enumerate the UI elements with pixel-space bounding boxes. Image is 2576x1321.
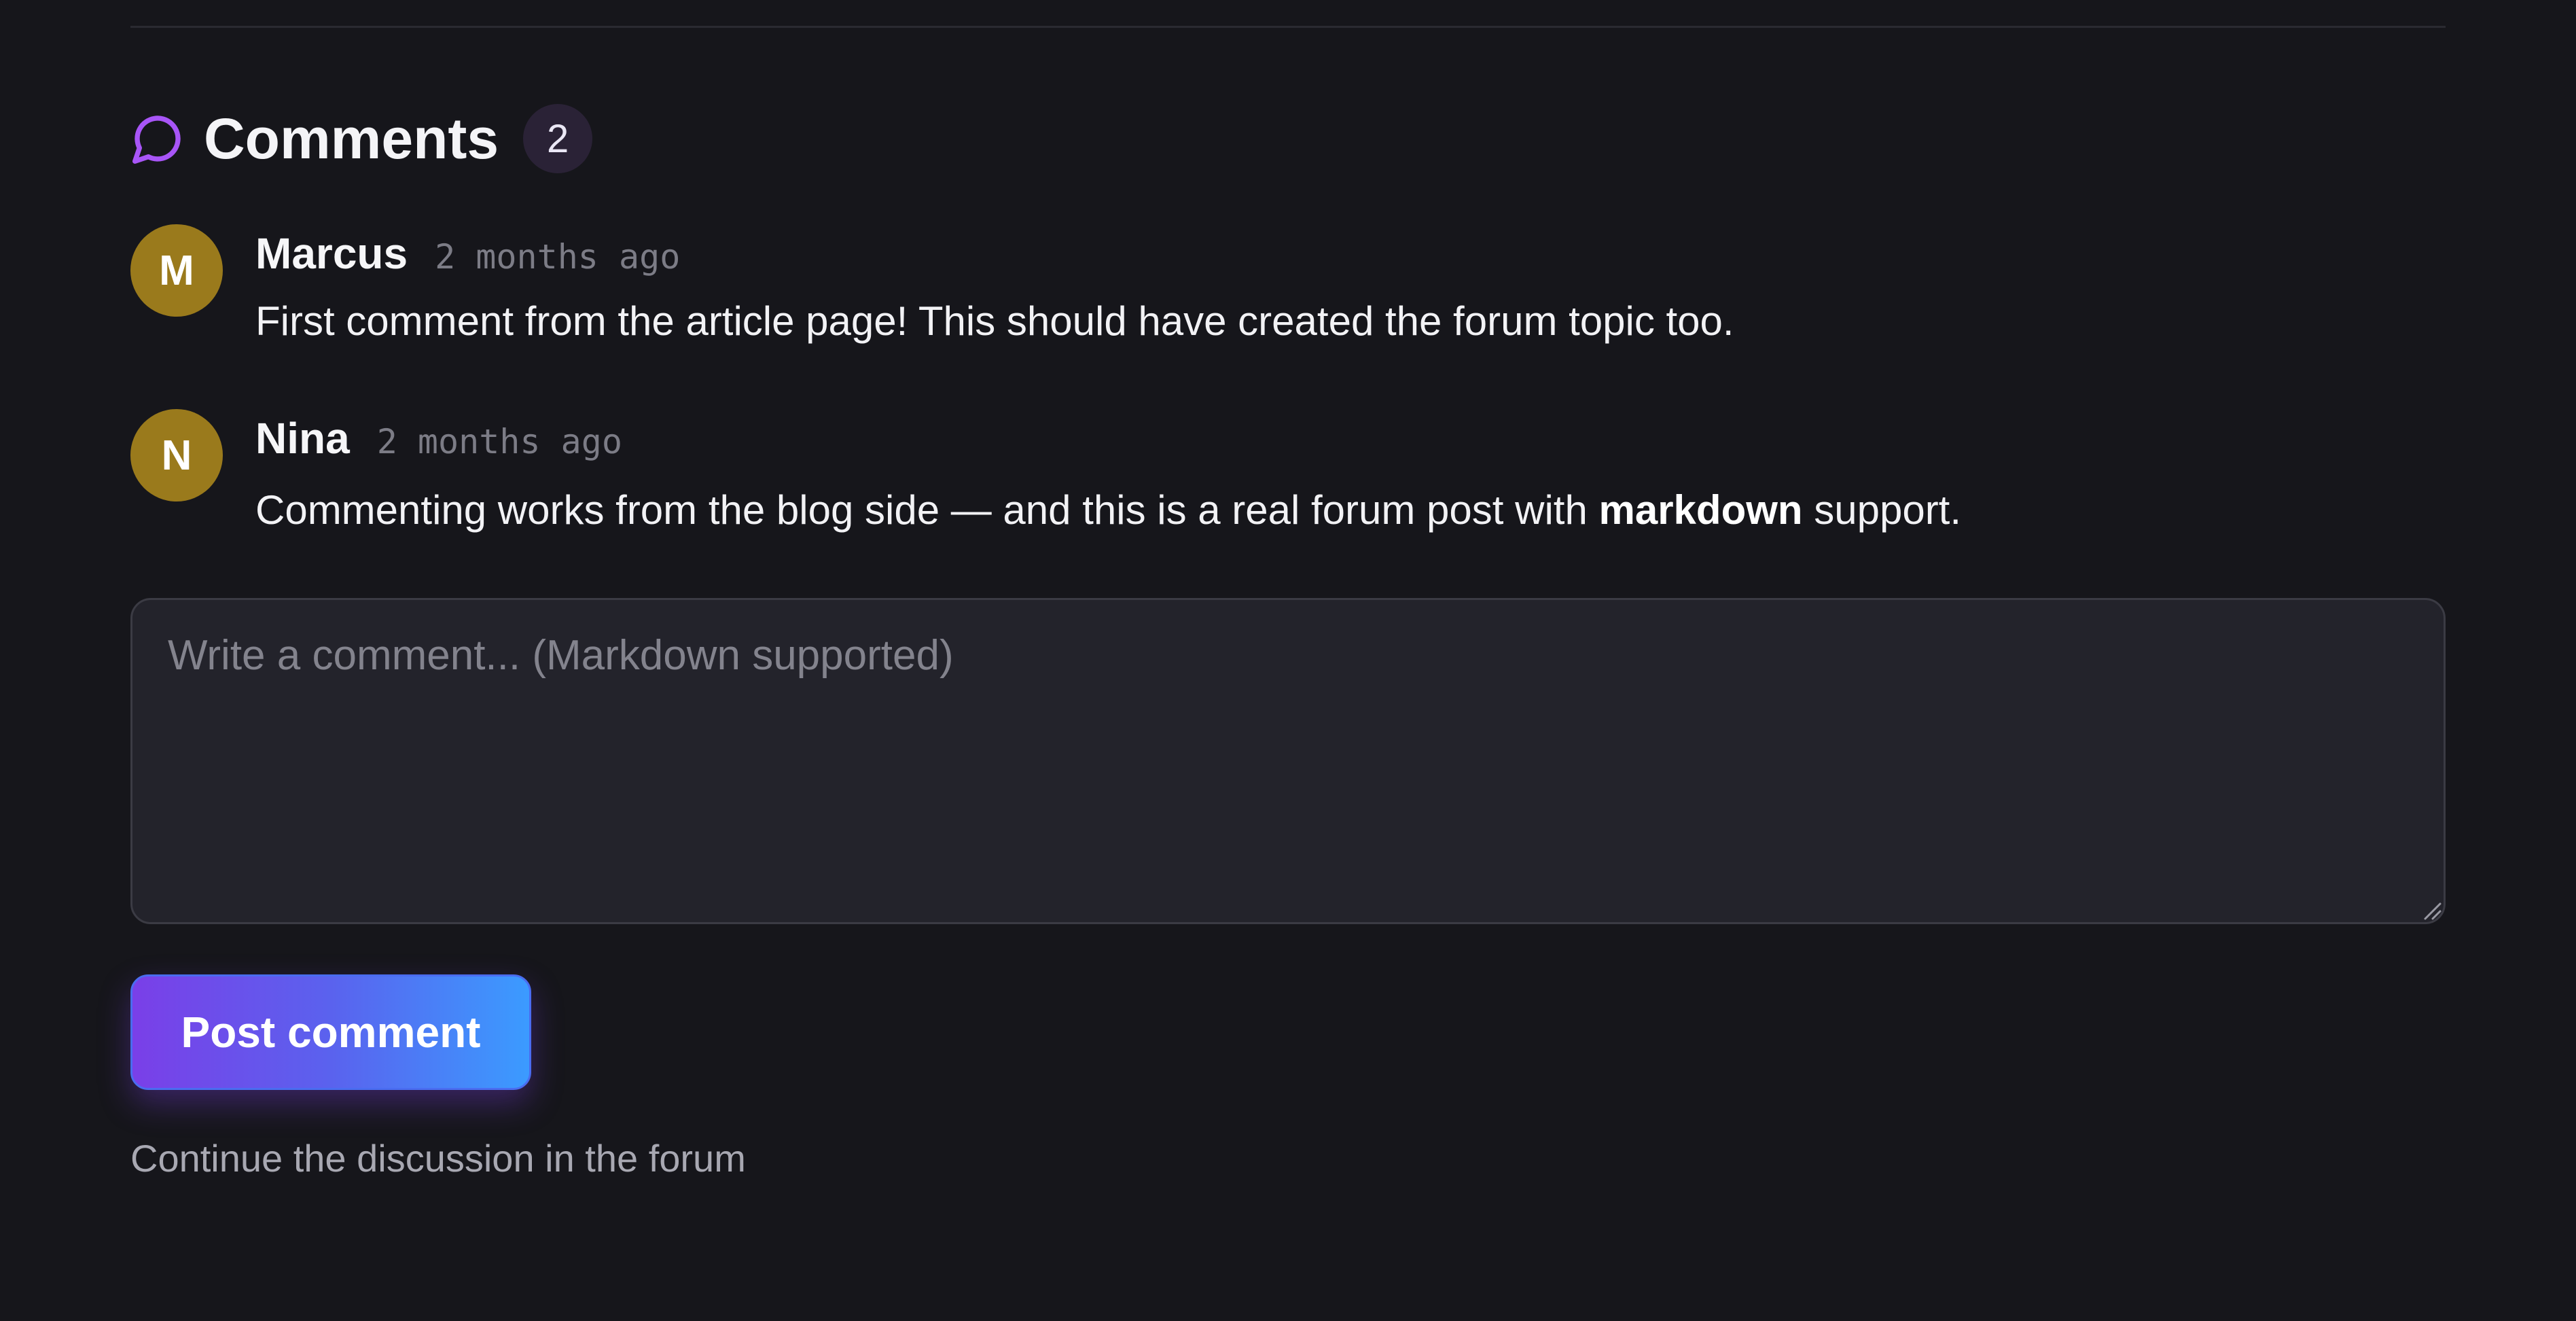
chat-bubble-icon: [130, 111, 185, 166]
avatar: N: [130, 409, 223, 501]
comment-body-bold: markdown: [1598, 487, 1803, 533]
comment-timestamp: 2 months ago: [376, 422, 622, 461]
post-comment-button[interactable]: Post comment: [130, 974, 531, 1090]
comments-title: Comments: [204, 106, 499, 171]
comment-author: Marcus: [255, 229, 408, 278]
section-divider: [130, 26, 2446, 28]
comment-meta: Nina 2 months ago: [255, 413, 622, 463]
comment-item: N Nina 2 months ago Commenting works fro…: [130, 409, 2446, 545]
resize-handle-icon[interactable]: [2422, 901, 2441, 920]
comment-count-badge: 2: [523, 104, 593, 173]
comment-body: First comment from the article page! Thi…: [255, 298, 1734, 344]
comments-header: Comments 2: [130, 102, 593, 175]
comment-body-text: Commenting works from the blog side — an…: [255, 487, 1599, 533]
comment-item: M Marcus 2 months ago First comment from…: [130, 224, 2446, 360]
comment-author: Nina: [255, 414, 350, 463]
comment-input[interactable]: [130, 598, 2446, 924]
avatar: M: [130, 224, 223, 317]
comment-meta: Marcus 2 months ago: [255, 228, 680, 279]
comment-body-text: support.: [1802, 487, 1962, 533]
comment-body: Commenting works from the blog side — an…: [255, 487, 1961, 533]
comment-timestamp: 2 months ago: [435, 237, 681, 277]
forum-discussion-link[interactable]: Continue the discussion in the forum: [130, 1136, 746, 1180]
